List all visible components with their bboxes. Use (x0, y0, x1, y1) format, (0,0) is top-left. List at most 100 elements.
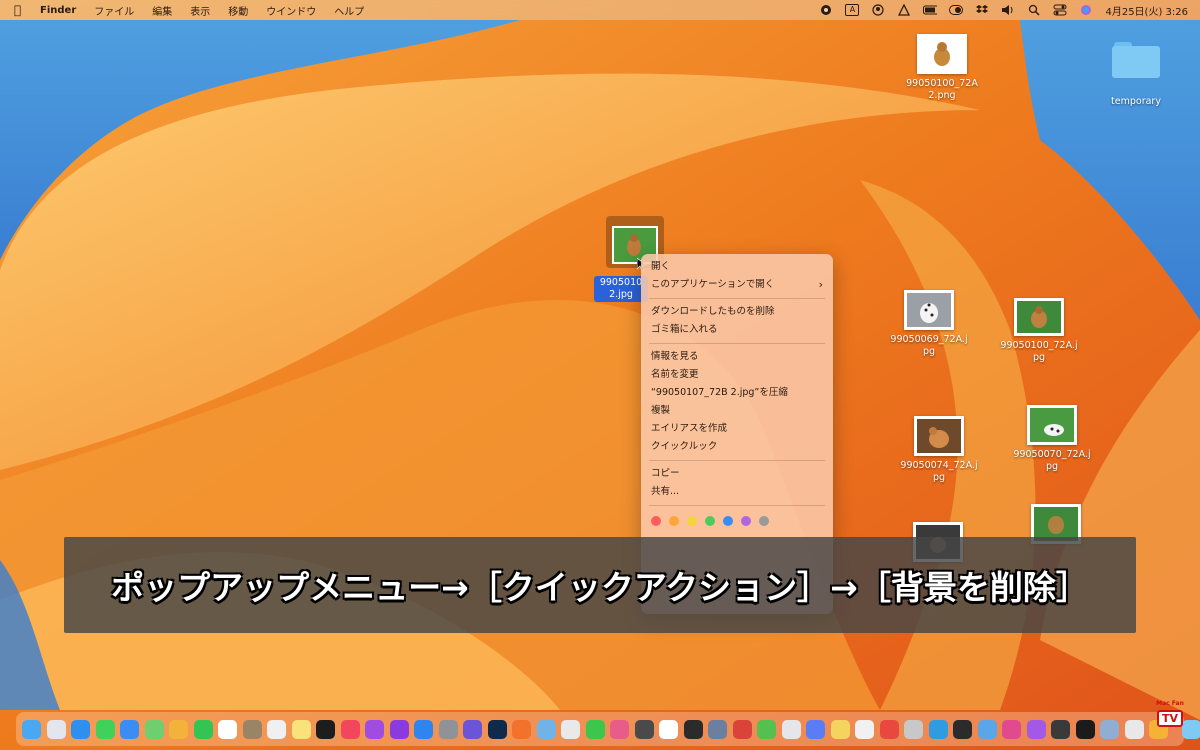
dalmatian-image-icon (907, 293, 951, 327)
launchpad-icon[interactable] (46, 719, 66, 739)
notes-icon[interactable] (291, 719, 311, 739)
selected-file-label[interactable]: 9905010 2.jpg (594, 276, 648, 302)
menu-item-rename[interactable]: 名前を変更 (641, 366, 833, 384)
tag-orange-dot[interactable] (669, 516, 679, 526)
tag-purple-dot[interactable] (741, 516, 751, 526)
menu-item-delete-download[interactable]: ダウンロードしたものを削除 (641, 303, 833, 321)
menu-file[interactable]: ファイル (94, 3, 134, 18)
preview-icon[interactable] (536, 719, 556, 739)
safari-icon[interactable] (71, 719, 90, 739)
tag-red-dot[interactable] (651, 516, 661, 526)
bridge-icon[interactable] (1100, 719, 1119, 739)
menu-edit[interactable]: 編集 (152, 3, 172, 18)
creative-cloud-icon[interactable] (879, 719, 899, 739)
record-icon[interactable] (819, 4, 833, 16)
menu-item-duplicate[interactable]: 複製 (641, 402, 833, 420)
tag-green-dot[interactable] (705, 516, 715, 526)
camera-icon[interactable] (634, 719, 654, 739)
logo-tv-text: TV (1156, 710, 1184, 727)
calendar-icon[interactable] (218, 719, 237, 739)
firefox-icon[interactable] (512, 719, 531, 739)
messages-icon[interactable] (95, 719, 115, 739)
menu-item-copy[interactable]: コピー (641, 465, 833, 483)
mail-icon[interactable] (120, 719, 139, 739)
text-edit-icon[interactable] (977, 719, 997, 739)
slideshow-icon[interactable] (610, 719, 629, 739)
user-circle-icon[interactable] (871, 4, 885, 16)
menu-item-compress[interactable]: “99050107_72B 2.jpg”を圧縮 (641, 384, 833, 402)
google-chrome-icon[interactable] (855, 719, 874, 739)
tv-icon[interactable] (316, 719, 335, 739)
menu-item-open-with[interactable]: このアプリケーションで開く › (641, 276, 833, 294)
photoshop-icon[interactable] (487, 719, 507, 739)
volume-icon[interactable] (1001, 4, 1015, 16)
tag-gray-dot[interactable] (759, 516, 769, 526)
control-center-icon[interactable] (1053, 4, 1067, 16)
menu-item-make-alias[interactable]: エイリアスを作成 (641, 420, 833, 438)
capcut-icon[interactable] (1075, 719, 1095, 739)
bookmark-icon[interactable] (1026, 719, 1046, 739)
terminal-icon[interactable] (683, 719, 703, 739)
desktop-file[interactable]: 99050070_72A.jpg (1012, 405, 1092, 473)
facetime-icon[interactable] (193, 719, 213, 739)
menu-item-get-info[interactable]: 情報を見る (641, 348, 833, 366)
desktop-file-top[interactable]: 99050100_72A 2.png (902, 34, 982, 102)
messenger-icon[interactable] (806, 719, 825, 739)
menu-item-quick-look[interactable]: クイックルック (641, 438, 833, 456)
search-icon[interactable] (1027, 4, 1041, 16)
screenshot-icon[interactable] (708, 719, 727, 739)
desktop-file[interactable]: 99050100_72A.jpg (999, 298, 1079, 364)
keynote-icon[interactable] (781, 719, 801, 739)
podcasts-icon[interactable] (365, 719, 384, 739)
menu-view[interactable]: 表示 (190, 3, 210, 18)
dropbox-icon[interactable] (975, 4, 989, 16)
app-store-icon[interactable] (414, 719, 433, 739)
tag-yellow-dot[interactable] (687, 516, 697, 526)
accessibility-icon[interactable] (1124, 719, 1144, 739)
clock-app-icon[interactable] (953, 719, 972, 739)
menu-go[interactable]: 移動 (228, 3, 248, 18)
numbers-icon[interactable] (757, 719, 776, 739)
battery-icon[interactable] (923, 4, 938, 16)
apple-menu-icon[interactable]:  (14, 3, 28, 17)
music-icon[interactable] (340, 719, 360, 739)
file-thumbnail (914, 416, 964, 456)
automator-icon[interactable] (904, 719, 923, 739)
script-icon[interactable] (830, 719, 850, 739)
sync-icon[interactable] (928, 719, 948, 739)
system-settings-icon[interactable] (438, 719, 458, 739)
desktop-folder-temporary[interactable]: temporary (1096, 42, 1176, 108)
finder-icon[interactable] (22, 719, 41, 739)
siri-icon[interactable] (1079, 4, 1093, 16)
drive-icon[interactable] (897, 4, 911, 16)
menu-item-share[interactable]: 共有... (641, 483, 833, 501)
capture-icon[interactable] (1051, 719, 1070, 739)
menu-help[interactable]: ヘルプ (334, 3, 364, 18)
input-a-icon[interactable]: A (845, 4, 860, 16)
desktop-file[interactable]: 99050074_72A.jpg (899, 416, 979, 484)
dog-grass-image-icon (1017, 301, 1061, 333)
menu-item-move-to-trash[interactable]: ゴミ箱に入れる (641, 321, 833, 339)
podcast-purple-icon[interactable] (389, 719, 409, 739)
menu-item-open[interactable]: 開く (641, 258, 833, 276)
tag-blue-dot[interactable] (723, 516, 733, 526)
menu-window[interactable]: ウインドウ (266, 3, 316, 18)
reminders-icon[interactable] (267, 719, 286, 739)
toggle-icon[interactable] (949, 4, 964, 16)
line-icon[interactable] (585, 719, 605, 739)
notes-app-icon[interactable] (242, 719, 262, 739)
desktop-file[interactable]: 99050069_72A.jpg (889, 290, 969, 358)
menu-separator (649, 343, 825, 344)
menu-bar-clock[interactable]: 4月25日(火) 3:26 (1105, 3, 1188, 18)
desktop-wallpaper (0, 0, 1200, 750)
file-label: 99050074_72A.jpg (900, 460, 978, 483)
delete-icon[interactable] (732, 719, 752, 739)
photos-icon[interactable] (169, 719, 188, 739)
imovie-icon[interactable] (463, 719, 482, 739)
menu-app-name[interactable]: Finder (40, 5, 76, 16)
maps-icon[interactable] (144, 719, 164, 739)
grammarly-icon[interactable] (1002, 719, 1021, 739)
file-thumbnail (1027, 405, 1077, 445)
chrome-icon[interactable] (561, 719, 580, 739)
tn-icon[interactable] (659, 719, 678, 739)
